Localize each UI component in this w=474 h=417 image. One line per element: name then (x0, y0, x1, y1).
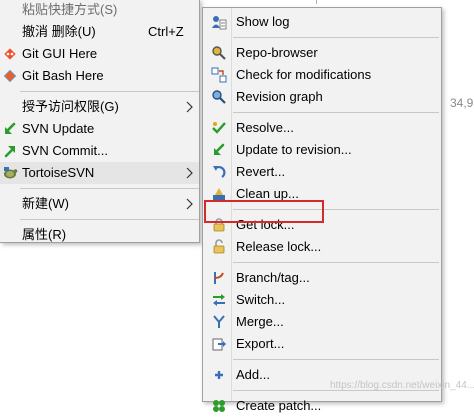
menu-item-label: Resolve... (236, 120, 294, 135)
menu-item-new[interactable]: 新建(W) (0, 193, 199, 215)
menu-item-label: SVN Update (22, 121, 95, 136)
menu-separator (233, 37, 439, 38)
menu-item-label: Clean up... (236, 186, 299, 201)
create-patch-icon (213, 400, 225, 412)
menu-item-revert[interactable]: Revert... (203, 161, 441, 183)
menu-item-label: Merge... (236, 314, 284, 329)
chevron-right-icon (186, 101, 193, 113)
menu-item-label: Export... (236, 336, 285, 351)
chevron-right-icon (186, 167, 193, 179)
menu-separator (20, 91, 199, 92)
annotation-highlight-box (204, 200, 324, 223)
menu-item-label: Check for modifications (236, 67, 372, 82)
menu-item-label: Release lock... (236, 239, 322, 254)
menu-item-label: Repo-browser (236, 45, 318, 60)
resolve-icon (212, 122, 226, 134)
menu-item-svn-update[interactable]: SVN Update (0, 118, 199, 140)
menu-item-label: Branch/tag... (236, 270, 310, 285)
menu-item-shortcut: Ctrl+Z (148, 24, 184, 39)
git-gui-icon (4, 48, 16, 60)
menu-item-label: Git GUI Here (22, 46, 98, 61)
menu-item-label: 撤消 删除(U) (22, 24, 96, 39)
background-text: 34,9 (450, 96, 474, 110)
menu-item-release-lock[interactable]: Release lock... (203, 236, 441, 258)
menu-item-paste-shortcut[interactable]: 粘贴快捷方式(S) (0, 0, 199, 21)
menu-item-label: Git Bash Here (22, 68, 104, 83)
menu-item-switch[interactable]: Switch... (203, 289, 441, 311)
revision-graph-icon (212, 90, 226, 104)
menu-item-export[interactable]: Export... (203, 333, 441, 355)
menu-item-properties[interactable]: 属性(R) (0, 224, 199, 246)
menu-item-git-bash-here[interactable]: Git Bash Here (0, 65, 199, 87)
menu-item-revision-graph[interactable]: Revision graph (203, 86, 441, 108)
menu-item-label: SVN Commit... (22, 143, 108, 158)
merge-icon (213, 315, 225, 328)
branch-tag-icon (214, 272, 224, 284)
menu-item-label: Revision graph (236, 89, 323, 104)
chevron-right-icon (186, 198, 193, 210)
check-modifications-icon (211, 67, 227, 83)
menu-item-create-patch[interactable]: Create patch... (203, 395, 441, 417)
git-bash-icon (3, 69, 17, 83)
menu-item-update-to-revision[interactable]: Update to revision... (203, 139, 441, 161)
menu-item-svn-commit[interactable]: SVN Commit... (0, 140, 199, 162)
menu-item-repo-browser[interactable]: Repo-browser (203, 42, 441, 64)
add-icon (215, 371, 223, 379)
menu-item-resolve[interactable]: Resolve... (203, 117, 441, 139)
menu-separator (233, 359, 439, 360)
menu-item-label: Switch... (236, 292, 286, 307)
menu-item-label: Update to revision... (236, 142, 352, 157)
export-icon (212, 338, 226, 351)
svn-update-icon (5, 122, 16, 134)
menu-item-label: 属性(R) (22, 227, 67, 242)
svn-commit-icon (4, 146, 15, 158)
explorer-context-menu: 粘贴快捷方式(S) 撤消 删除(U) Ctrl+Z Git GUI Here G… (0, 0, 200, 243)
menu-item-undo-delete[interactable]: 撤消 删除(U) Ctrl+Z (0, 21, 199, 43)
menu-item-label: Add... (236, 367, 270, 382)
watermark-text: https://blog.csdn.net/weixin_44... (330, 380, 474, 391)
menu-item-label: Revert... (236, 164, 286, 179)
menu-separator (233, 112, 439, 113)
menu-item-label: 粘贴快捷方式(S) (22, 2, 118, 17)
menu-item-label: Create patch... (236, 398, 322, 413)
tortoisesvn-icon (4, 167, 18, 179)
unlock-icon (213, 239, 225, 254)
menu-separator (20, 219, 199, 220)
show-log-icon (212, 16, 227, 30)
repo-browser-icon (212, 46, 226, 60)
menu-item-label: Show log (236, 14, 290, 29)
menu-item-grant-access[interactable]: 授予访问权限(G) (0, 96, 199, 118)
background-edge (316, 0, 321, 4)
menu-item-show-log[interactable]: Show log (203, 11, 441, 33)
menu-item-git-gui-here[interactable]: Git GUI Here (0, 43, 199, 65)
menu-item-label: 新建(W) (22, 196, 69, 211)
menu-separator (233, 262, 439, 263)
switch-icon (213, 294, 225, 306)
menu-item-branch-tag[interactable]: Branch/tag... (203, 267, 441, 289)
menu-item-check-modifications[interactable]: Check for modifications (203, 64, 441, 86)
menu-separator (20, 188, 199, 189)
menu-item-label: TortoiseSVN (22, 165, 95, 180)
menu-item-label: 授予访问权限(G) (22, 99, 119, 114)
update-to-revision-icon (214, 143, 225, 155)
revert-icon (213, 166, 226, 178)
menu-item-merge[interactable]: Merge... (203, 311, 441, 333)
menu-item-tortoisesvn[interactable]: TortoiseSVN (0, 162, 199, 184)
